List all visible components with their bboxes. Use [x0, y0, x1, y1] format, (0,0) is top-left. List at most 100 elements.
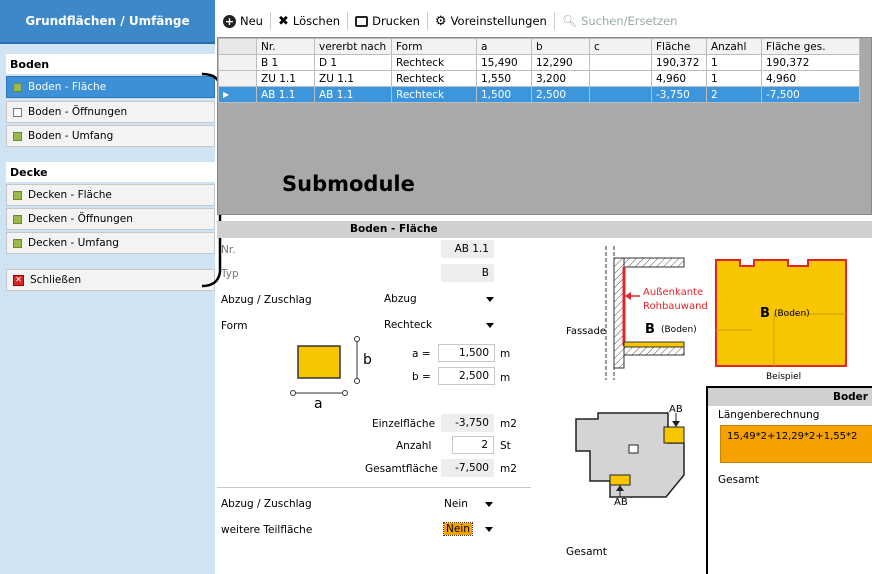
form-select[interactable]: Rechteck	[380, 316, 498, 334]
table-cell[interactable]: B 1	[256, 54, 315, 71]
table-cell[interactable]: 1,550	[476, 70, 532, 87]
column-header[interactable]: Fläche ges.	[761, 38, 860, 55]
ab-bottom-label: AB	[614, 497, 628, 508]
table-cell[interactable]	[589, 86, 652, 103]
table-cell[interactable]: 15,490	[476, 54, 532, 71]
a-input[interactable]: 1,500	[438, 344, 495, 362]
sidebar-item-label: Schließen	[30, 274, 82, 286]
search-replace-button[interactable]: 🔍︎ Suchen/Ersetzen	[555, 12, 685, 30]
settings-button[interactable]: ⚙ Voreinstellungen	[428, 12, 555, 30]
table-cell[interactable]: 3,200	[531, 70, 590, 87]
sidebar-item-schliessen[interactable]: ✕ Schließen	[6, 269, 215, 291]
sidebar-item-decken-flaeche[interactable]: Decken - Fläche	[6, 184, 215, 206]
table-row[interactable]: ZU 1.1 ZU 1.1 Rechteck 1,550 3,200 4,960…	[218, 70, 860, 87]
table-cell[interactable]: D 1	[314, 54, 392, 71]
table-cell[interactable]: 1	[706, 54, 762, 71]
anzahl-input[interactable]: 2	[452, 436, 494, 454]
table-cell[interactable]: 190,372	[761, 54, 860, 71]
sidebar-item-label: Decken - Fläche	[28, 189, 112, 201]
sidebar: Grundflächen / Umfänge Boden Boden - Flä…	[0, 0, 215, 574]
abzug-zuschlag-label: Abzug / Zuschlag	[221, 294, 312, 306]
column-header[interactable]: Nr.	[256, 38, 315, 55]
table-cell[interactable]: AB 1.1	[314, 86, 392, 103]
column-header[interactable]: c	[589, 38, 652, 55]
table-cell[interactable]: -3,750	[651, 86, 707, 103]
plus-circle-icon: +	[223, 14, 236, 28]
table-cell[interactable]: Rechteck	[391, 70, 477, 87]
einzelflaeche-label: Einzelfläche	[372, 418, 436, 430]
column-header[interactable]: Anzahl	[706, 38, 762, 55]
sidebar-item-decken-umfang[interactable]: Decken - Umfang	[6, 232, 215, 254]
sidebar-title: Grundflächen / Umfänge	[0, 0, 215, 44]
table-cell[interactable]: Rechteck	[391, 86, 477, 103]
table-cell[interactable]	[589, 54, 652, 71]
typ-label: Typ	[221, 268, 239, 280]
green-square-icon	[13, 214, 22, 224]
gesamtflaeche-value: -7,500	[441, 459, 494, 477]
table-row[interactable]: B 1 D 1 Rechteck 15,490 12,290 190,372 1…	[218, 54, 860, 71]
new-button[interactable]: + Neu	[216, 12, 271, 30]
fassade-diagram	[605, 246, 685, 380]
table-cell[interactable]: -7,500	[761, 86, 860, 103]
table-cell[interactable]: 2,500	[531, 86, 590, 103]
table-cell[interactable]: Rechteck	[391, 54, 477, 71]
abzug-zuschlag-2-select[interactable]: Nein	[440, 495, 497, 513]
table-cell[interactable]: AB 1.1	[256, 86, 315, 103]
gesamt-label: Gesamt	[566, 546, 607, 558]
weitere-teilflaeche-label: weitere Teilfläche	[221, 524, 313, 536]
formula-field[interactable]: 15,49*2+12,29*2+1,55*2	[720, 425, 872, 463]
table-cell[interactable]: ZU 1.1	[314, 70, 392, 87]
beispiel-label: Beispiel	[766, 372, 802, 382]
gear-icon: ⚙	[434, 13, 447, 29]
table-cell[interactable]	[589, 70, 652, 87]
table-cell[interactable]: 2	[706, 86, 762, 103]
column-header[interactable]: a	[476, 38, 532, 55]
einzelflaeche-value: -3,750	[441, 414, 494, 432]
table-cell[interactable]: 4,960	[651, 70, 707, 87]
einzelflaeche-unit: m2	[500, 418, 517, 430]
table-cell[interactable]: 190,372	[651, 54, 707, 71]
chevron-down-icon	[486, 323, 494, 328]
a-label: a =	[412, 348, 431, 360]
row-selector[interactable]	[218, 70, 257, 87]
table-cell[interactable]: 12,290	[531, 54, 590, 71]
ab-top-label: AB	[669, 404, 683, 415]
table-cell[interactable]: 1	[706, 70, 762, 87]
b-label: b =	[412, 371, 431, 383]
abzug-zuschlag-select[interactable]: Abzug	[380, 290, 498, 308]
a-unit: m	[500, 348, 511, 360]
chevron-down-icon	[485, 502, 493, 507]
column-header[interactable]: b	[531, 38, 590, 55]
weitere-teilflaeche-select[interactable]: Nein	[440, 520, 497, 538]
sidebar-item-label: Decken - Öffnungen	[28, 213, 133, 225]
plan-b-label: B	[760, 306, 770, 321]
table-cell[interactable]: 4,960	[761, 70, 860, 87]
green-square-icon	[13, 82, 22, 92]
b-unit: m	[500, 372, 511, 384]
delete-button[interactable]: ✖ Löschen	[271, 12, 349, 30]
table-row-selected[interactable]: ▶ AB 1.1 AB 1.1 Rechteck 1,500 2,500 -3,…	[218, 86, 860, 103]
laengen-panel: Boder Längenberechnung 15,49*2+12,29*2+1…	[706, 386, 872, 574]
table-header-row: Nr. vererbt nach Form a b c Fläche Anzah…	[218, 38, 860, 55]
search-icon: 🔍︎	[561, 14, 578, 28]
sidebar-item-boden-flaeche[interactable]: Boden - Fläche	[6, 76, 215, 98]
row-selector[interactable]	[218, 54, 257, 71]
chevron-down-icon	[486, 297, 494, 302]
sidebar-item-boden-umfang[interactable]: Boden - Umfang	[6, 125, 215, 147]
divider	[217, 487, 531, 488]
sidebar-item-decken-oeffnungen[interactable]: Decken - Öffnungen	[6, 208, 215, 230]
sidebar-item-boden-oeffnungen[interactable]: Boden - Öffnungen	[6, 101, 215, 123]
printer-icon	[355, 15, 369, 27]
b-input[interactable]: 2,500	[438, 367, 495, 385]
rohbauwand-label: Rohbauwand	[643, 301, 708, 312]
column-header[interactable]: Form	[391, 38, 477, 55]
abzug-diagram	[575, 412, 685, 498]
submodule-annotation: Submodule	[282, 172, 415, 196]
column-header[interactable]: vererbt nach	[314, 38, 392, 55]
column-header[interactable]: Fläche	[651, 38, 707, 55]
print-button[interactable]: Drucken	[348, 12, 428, 30]
table-cell[interactable]: ZU 1.1	[256, 70, 315, 87]
row-selector[interactable]: ▶	[218, 86, 257, 103]
table-cell[interactable]: 1,500	[476, 86, 532, 103]
green-square-icon	[13, 131, 22, 141]
